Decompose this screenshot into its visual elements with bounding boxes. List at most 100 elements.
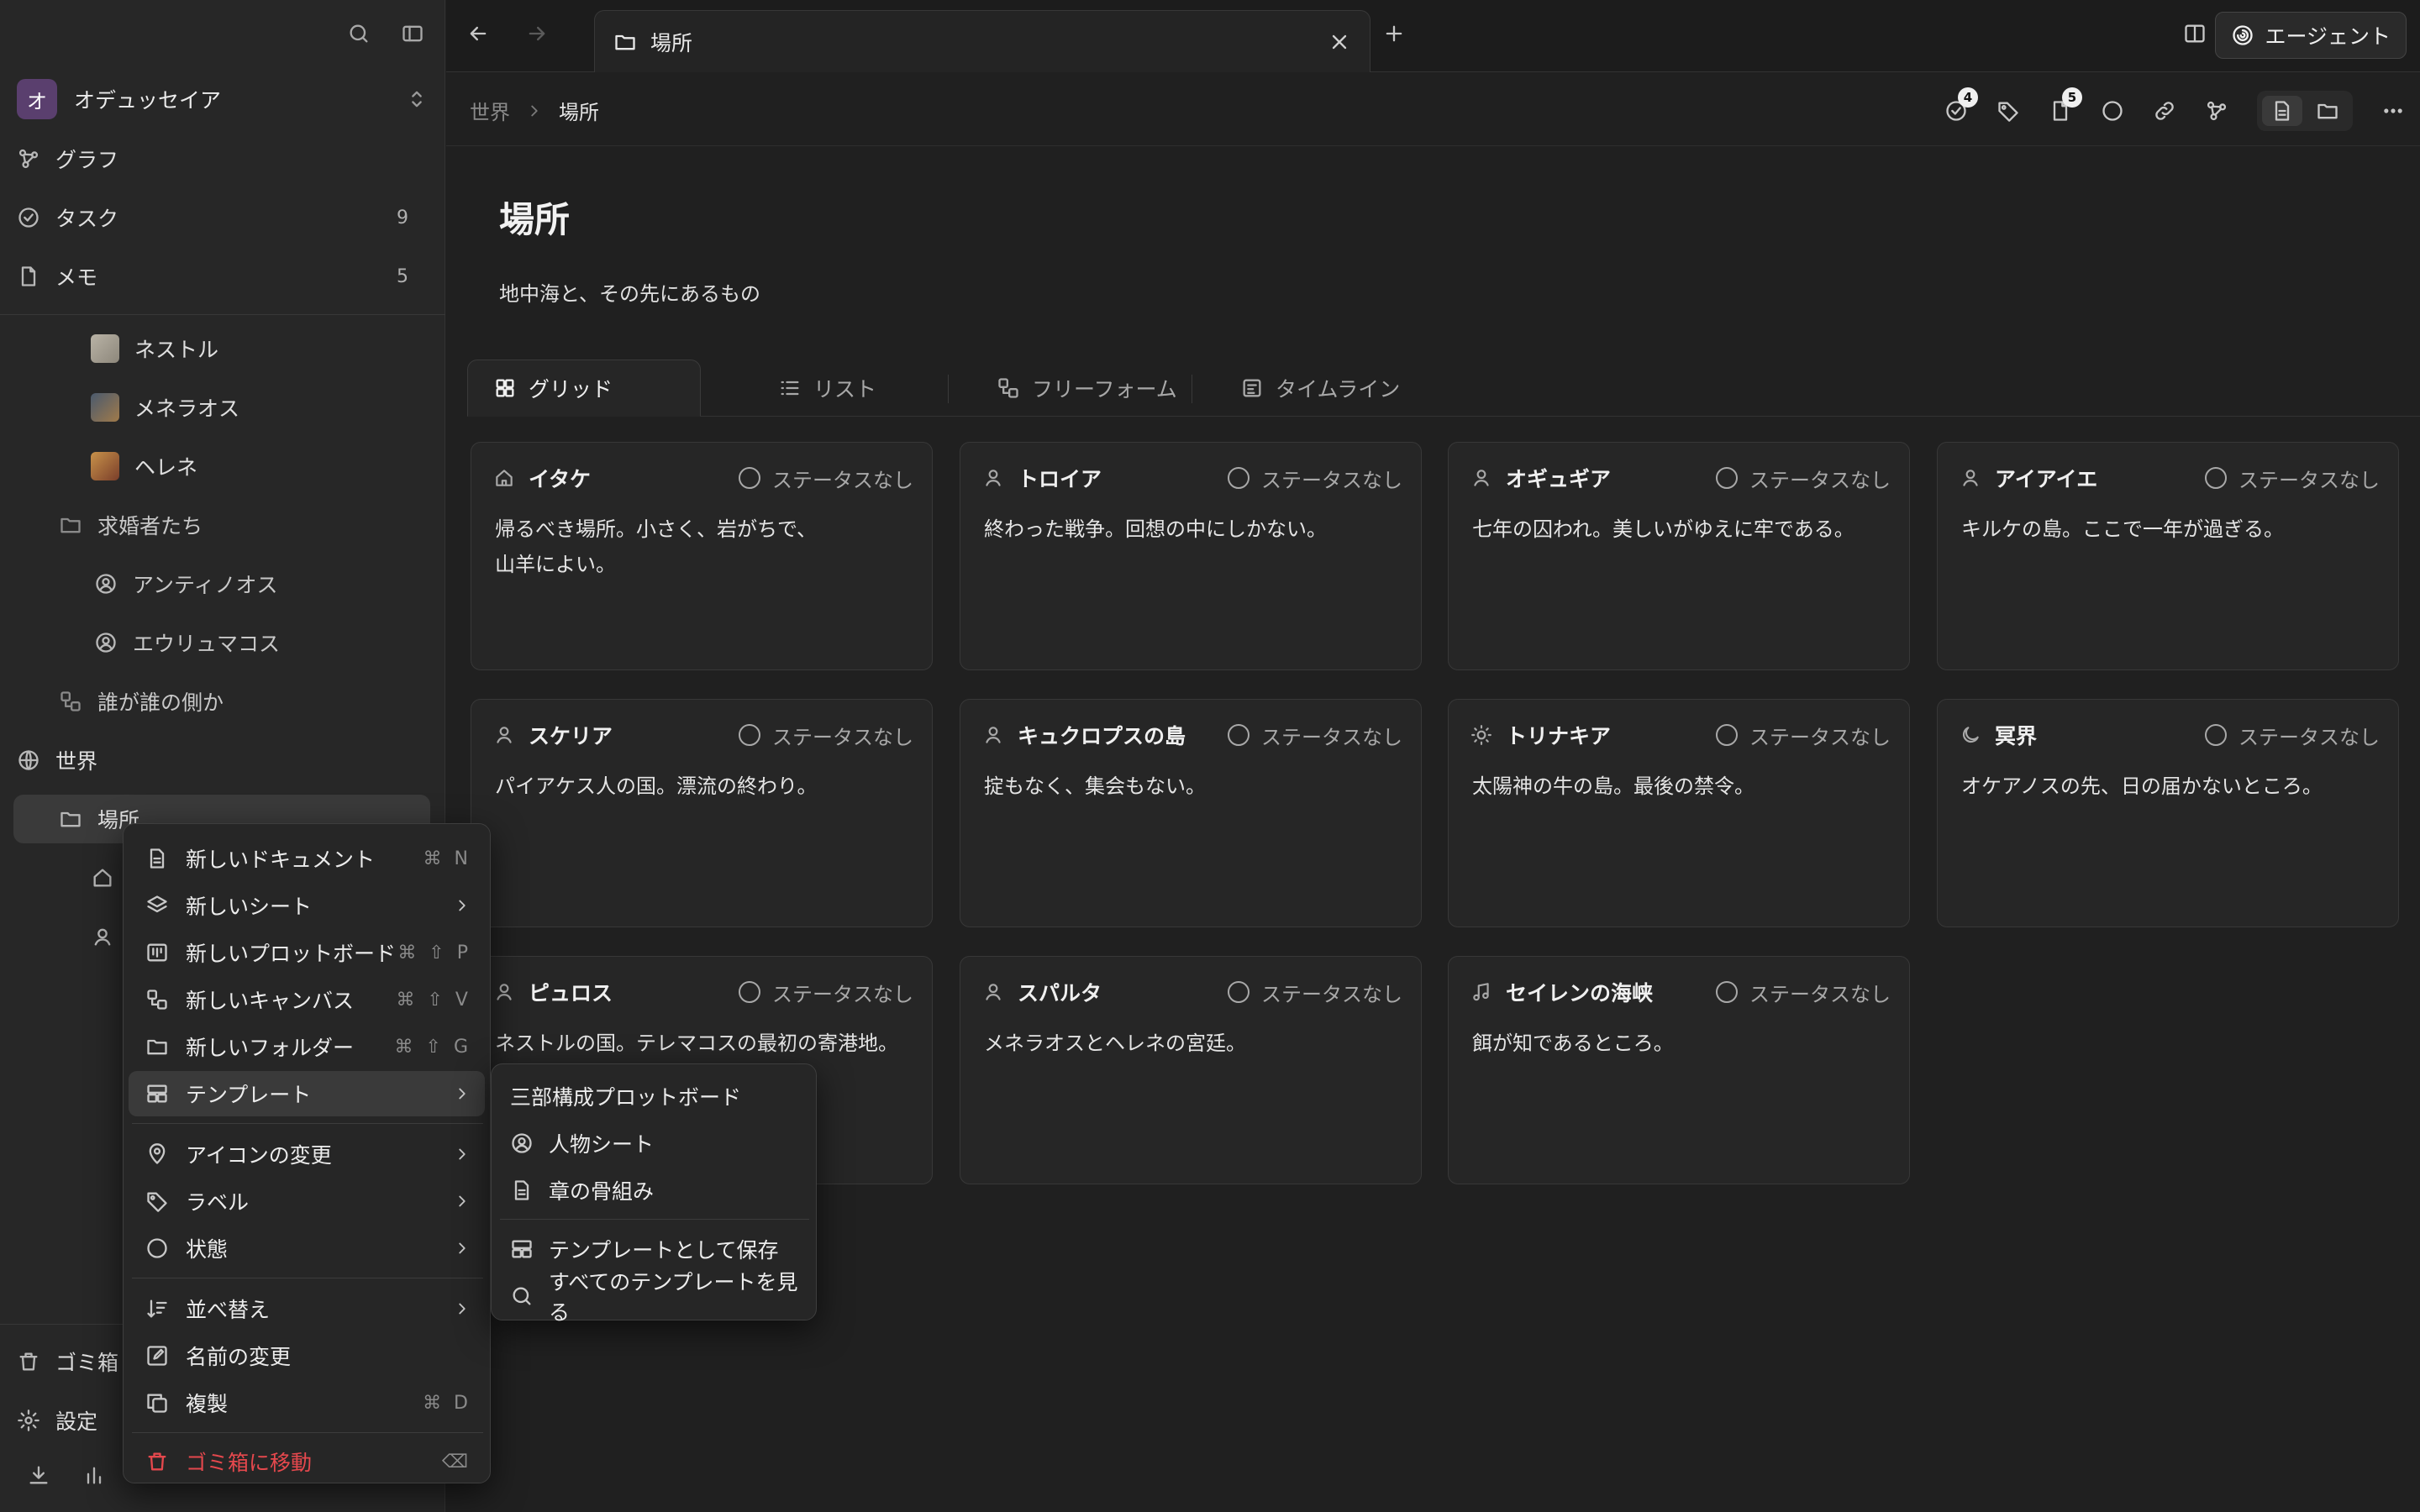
menu-item-status[interactable]: 状態 (129, 1226, 485, 1271)
sidebar-item-label: ヘレネ (134, 455, 198, 480)
tab-grid[interactable]: グリッド (467, 360, 701, 417)
globe-icon (17, 748, 40, 772)
submenu-item-chapter-outline[interactable]: 章の骨組み (497, 1168, 813, 1212)
tasks-check-icon[interactable]: 4 (1944, 87, 1978, 123)
menu-item-new-canvas[interactable]: 新しいキャンバス ⌘ ⇧ V (129, 977, 485, 1022)
menu-item-new-folder[interactable]: 新しいフォルダー ⌘ ⇧ G (129, 1024, 485, 1069)
place-card[interactable]: スパルタ ステータスなし メネラオスとヘレネの宮廷。 (960, 956, 1422, 1184)
tag-icon[interactable] (1996, 99, 2020, 123)
menu-item-new-document[interactable]: 新しいドキュメント ⌘ N (129, 836, 485, 881)
canvas-icon (145, 988, 169, 1011)
place-card[interactable]: スケリア ステータスなし パイアケス人の国。漂流の終わり。 (471, 699, 933, 927)
status-selector[interactable]: ステータスなし (2205, 464, 2380, 493)
page-title[interactable]: 場所 (499, 192, 570, 243)
download-icon[interactable] (27, 1463, 50, 1487)
menu-item-label[interactable]: ラベル (129, 1179, 485, 1224)
graph-icon[interactable] (2205, 99, 2228, 123)
menu-item-sort[interactable]: 並べ替え (129, 1286, 485, 1331)
menu-item-duplicate[interactable]: 複製 ⌘ D (129, 1380, 485, 1425)
tab-places[interactable]: 場所 (594, 10, 1370, 72)
sidebar-toggle-icon[interactable] (401, 22, 424, 45)
sidebar-item-notes[interactable]: メモ 5 (17, 252, 429, 301)
search-icon (510, 1284, 534, 1308)
menu-item-change-icon[interactable]: アイコンの変更 (129, 1131, 485, 1177)
place-card[interactable]: アイアイエ ステータスなし キルケの島。ここで一年が過ぎる。 (1937, 442, 2399, 670)
menu-item-template[interactable]: テンプレート (129, 1071, 485, 1116)
status-selector[interactable]: ステータスなし (1716, 978, 1891, 1007)
sidebar-item-eurymachus[interactable]: エウリュマコス (94, 618, 427, 667)
sidebar-item-menelaus[interactable]: メネラオス (91, 383, 427, 432)
person-pin-icon (91, 925, 114, 948)
status-selector[interactable]: ステータスなし (739, 721, 913, 750)
tab-list[interactable]: リスト (753, 360, 902, 417)
sidebar-item-tasks[interactable]: タスク 9 (17, 193, 429, 242)
submenu-item-view-all[interactable]: すべてのテンプレートを見る (497, 1270, 813, 1325)
back-arrow-icon[interactable] (466, 22, 490, 45)
place-card[interactable]: イタケ ステータスなし 帰るべき場所。小さく、岩がちで、 山羊によい。 (471, 442, 933, 670)
tab-timeline[interactable]: タイムライン (1215, 360, 1425, 417)
status-selector[interactable]: ステータスなし (1228, 721, 1402, 750)
status-selector[interactable]: ステータスなし (1716, 721, 1891, 750)
menu-item-new-plotboard[interactable]: 新しいプロットボード ⌘ ⇧ P (129, 930, 485, 975)
chevron-right-icon (453, 1239, 471, 1257)
sidebar-item-world[interactable]: 世界 (17, 736, 429, 785)
status-selector[interactable]: ステータスなし (2205, 721, 2380, 750)
menu-item-move-to-trash[interactable]: ゴミ箱に移動 ⌫ (129, 1439, 485, 1484)
sidebar-item-sides[interactable]: 誰が誰の側か (59, 677, 429, 726)
forward-arrow-icon[interactable] (525, 22, 549, 45)
card-header: トロイア ステータスなし (982, 464, 1402, 493)
folder-view-icon[interactable] (2307, 96, 2348, 126)
status-circle-icon[interactable] (2101, 99, 2124, 123)
link-icon[interactable] (2153, 99, 2176, 123)
place-card[interactable]: トリナキア ステータスなし 太陽神の牛の島。最後の禁令。 (1448, 699, 1910, 927)
tab-freeform[interactable]: フリーフォーム (971, 360, 1202, 417)
split-view-icon[interactable] (2183, 22, 2207, 45)
close-icon[interactable] (1328, 30, 1351, 54)
workspace-switcher[interactable]: オ オデュッセイア (17, 79, 429, 119)
sidebar-item-helen[interactable]: ヘレネ (91, 442, 427, 491)
status-selector[interactable]: ステータスなし (1716, 464, 1891, 493)
place-card[interactable]: トロイア ステータスなし 終わった戦争。回想の中にしかない。 (960, 442, 1422, 670)
new-tab-plus-icon[interactable] (1382, 22, 1406, 45)
tab-label: タイムライン (1276, 377, 1401, 402)
menu-item-new-sheet[interactable]: 新しいシート (129, 883, 485, 928)
place-card[interactable]: 冥界 ステータスなし オケアノスの先、日の届かないところ。 (1937, 699, 2399, 927)
menu-shortcut: ⌘ ⇧ V (396, 989, 471, 1011)
place-card[interactable]: オギュギア ステータスなし 七年の囚われ。美しいがゆえに牢である。 (1448, 442, 1910, 670)
status-circle-icon (739, 724, 760, 746)
sidebar-item-label: ゴミ箱 (55, 1351, 119, 1375)
card-description: 帰るべき場所。小さく、岩がちで、 山羊によい。 (495, 517, 818, 576)
status-circle-icon (739, 467, 760, 489)
page-description[interactable]: 地中海と、その先にあるもの (499, 277, 760, 307)
sidebar-item-label: 設定 (55, 1410, 98, 1434)
status-selector[interactable]: ステータスなし (739, 978, 913, 1007)
sidebar-item-antinous[interactable]: アンティノオス (94, 559, 427, 608)
status-selector[interactable]: ステータスなし (1228, 464, 1402, 493)
breadcrumb-current[interactable]: 場所 (559, 96, 599, 125)
submenu-item-three-act[interactable]: 三部構成プロットボード (497, 1074, 813, 1118)
document-icon[interactable]: 5 (2049, 87, 2082, 123)
status-selector[interactable]: ステータスなし (1228, 978, 1402, 1007)
folder-icon (59, 807, 82, 831)
status-circle-icon (2205, 467, 2227, 489)
note-icon (17, 265, 40, 288)
submenu-item-character-sheet[interactable]: 人物シート (497, 1121, 813, 1165)
card-header: セイレンの海峡 ステータスなし (1470, 978, 1891, 1007)
submenu-item-save-as-template[interactable]: テンプレートとして保存 (497, 1227, 813, 1271)
sidebar-item-nestor[interactable]: ネストル (91, 324, 427, 373)
status-selector[interactable]: ステータスなし (739, 464, 913, 493)
agent-button[interactable]: エージェント (2215, 12, 2407, 59)
breadcrumb-parent[interactable]: 世界 (470, 96, 510, 125)
more-icon[interactable] (2381, 99, 2405, 123)
submenu-item-label: 章の骨組み (549, 1179, 655, 1204)
stats-icon[interactable] (82, 1463, 106, 1487)
sidebar-item-graph[interactable]: グラフ (17, 134, 429, 183)
person-circle-icon (94, 631, 118, 654)
layers-icon (145, 894, 169, 917)
document-view-icon[interactable] (2262, 96, 2302, 126)
place-card[interactable]: キュクロプスの島 ステータスなし 掟もなく、集会もない。 (960, 699, 1422, 927)
search-icon[interactable] (347, 22, 371, 45)
place-card[interactable]: セイレンの海峡 ステータスなし 餌が知であるところ。 (1448, 956, 1910, 1184)
sidebar-item-suitors[interactable]: 求婚者たち (59, 501, 429, 549)
menu-item-rename[interactable]: 名前の変更 (129, 1333, 485, 1378)
